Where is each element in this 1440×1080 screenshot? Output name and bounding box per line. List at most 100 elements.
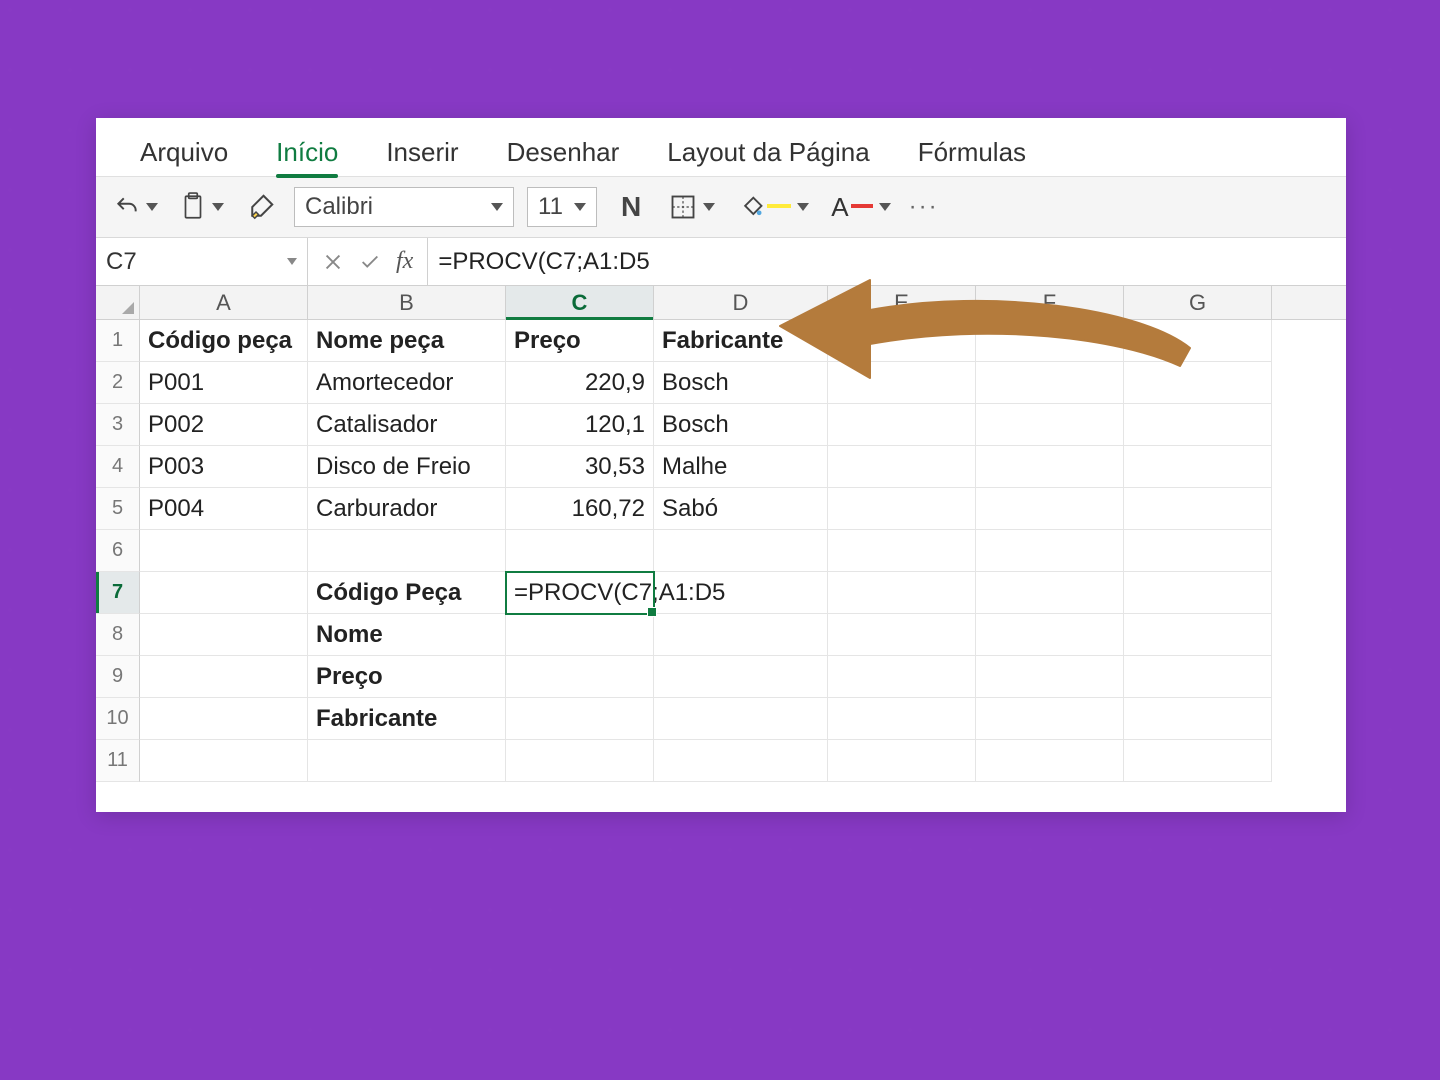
cell-F5[interactable]	[976, 488, 1124, 530]
row-header[interactable]: 8	[96, 614, 140, 656]
cell-A8[interactable]	[140, 614, 308, 656]
fx-button[interactable]: fx	[396, 248, 413, 275]
tab-arquivo[interactable]: Arquivo	[116, 127, 252, 176]
cell-C6[interactable]	[506, 530, 654, 572]
cell-D3[interactable]: Bosch	[654, 404, 828, 446]
cell-B7[interactable]: Código Peça	[308, 572, 506, 614]
cell-G7[interactable]	[1124, 572, 1272, 614]
row-header[interactable]: 11	[96, 740, 140, 782]
cell-E4[interactable]	[828, 446, 976, 488]
cell-C8[interactable]	[506, 614, 654, 656]
column-header-B[interactable]: B	[308, 286, 506, 319]
cell-G3[interactable]	[1124, 404, 1272, 446]
cell-F11[interactable]	[976, 740, 1124, 782]
paste-button[interactable]	[176, 188, 228, 226]
cell-C1[interactable]: Preço	[506, 320, 654, 362]
cell-E5[interactable]	[828, 488, 976, 530]
cell-E3[interactable]	[828, 404, 976, 446]
font-name-select[interactable]: Calibri	[294, 187, 514, 227]
cell-A3[interactable]: P002	[140, 404, 308, 446]
format-painter-button[interactable]	[242, 188, 280, 226]
cell-B4[interactable]: Disco de Freio	[308, 446, 506, 488]
cell-C10[interactable]	[506, 698, 654, 740]
cell-G2[interactable]	[1124, 362, 1272, 404]
cell-A7[interactable]	[140, 572, 308, 614]
tab-layout-pagina[interactable]: Layout da Página	[643, 127, 893, 176]
row-header[interactable]: 3	[96, 404, 140, 446]
column-header-A[interactable]: A	[140, 286, 308, 319]
borders-button[interactable]	[665, 189, 719, 225]
fill-color-button[interactable]	[733, 189, 813, 225]
cell-E2[interactable]	[828, 362, 976, 404]
row-header[interactable]: 7	[96, 572, 140, 614]
cell-B9[interactable]: Preço	[308, 656, 506, 698]
cell-E9[interactable]	[828, 656, 976, 698]
row-header[interactable]: 2	[96, 362, 140, 404]
undo-button[interactable]	[110, 190, 162, 224]
row-header[interactable]: 9	[96, 656, 140, 698]
cell-A1[interactable]: Código peça	[140, 320, 308, 362]
cell-D2[interactable]: Bosch	[654, 362, 828, 404]
formula-input[interactable]: =PROCV(C7;A1:D5	[428, 238, 1346, 285]
cell-F3[interactable]	[976, 404, 1124, 446]
cell-F4[interactable]	[976, 446, 1124, 488]
select-all-corner[interactable]	[96, 286, 140, 319]
cell-F8[interactable]	[976, 614, 1124, 656]
cell-E11[interactable]	[828, 740, 976, 782]
cell-C5[interactable]: 160,72	[506, 488, 654, 530]
row-header[interactable]: 10	[96, 698, 140, 740]
cancel-formula-button[interactable]	[322, 251, 344, 273]
cell-B10[interactable]: Fabricante	[308, 698, 506, 740]
column-header-D[interactable]: D	[654, 286, 828, 319]
cell-D10[interactable]	[654, 698, 828, 740]
cell-G9[interactable]	[1124, 656, 1272, 698]
column-header-E[interactable]: E	[828, 286, 976, 319]
font-color-button[interactable]: A	[827, 188, 894, 227]
cell-A9[interactable]	[140, 656, 308, 698]
cell-G1[interactable]	[1124, 320, 1272, 362]
column-header-F[interactable]: F	[976, 286, 1124, 319]
cell-B3[interactable]: Catalisador	[308, 404, 506, 446]
cell-C2[interactable]: 220,9	[506, 362, 654, 404]
cell-F1[interactable]	[976, 320, 1124, 362]
row-header[interactable]: 5	[96, 488, 140, 530]
tab-inicio[interactable]: Início	[252, 127, 362, 176]
row-header[interactable]: 1	[96, 320, 140, 362]
tab-desenhar[interactable]: Desenhar	[483, 127, 644, 176]
cell-B1[interactable]: Nome peça	[308, 320, 506, 362]
cell-E8[interactable]	[828, 614, 976, 656]
confirm-formula-button[interactable]	[358, 251, 382, 273]
cell-F10[interactable]	[976, 698, 1124, 740]
font-size-select[interactable]: 11	[527, 187, 597, 227]
cell-G4[interactable]	[1124, 446, 1272, 488]
cell-G6[interactable]	[1124, 530, 1272, 572]
cell-D6[interactable]	[654, 530, 828, 572]
cell-B6[interactable]	[308, 530, 506, 572]
cell-G5[interactable]	[1124, 488, 1272, 530]
cell-D9[interactable]	[654, 656, 828, 698]
cell-A2[interactable]: P001	[140, 362, 308, 404]
cell-A5[interactable]: P004	[140, 488, 308, 530]
cell-A6[interactable]	[140, 530, 308, 572]
cell-F7[interactable]	[976, 572, 1124, 614]
cell-B8[interactable]: Nome	[308, 614, 506, 656]
row-header[interactable]: 6	[96, 530, 140, 572]
cell-B11[interactable]	[308, 740, 506, 782]
cell-D1[interactable]: Fabricante	[654, 320, 828, 362]
cell-C11[interactable]	[506, 740, 654, 782]
cell-A10[interactable]	[140, 698, 308, 740]
cell-C4[interactable]: 30,53	[506, 446, 654, 488]
column-header-C[interactable]: C	[506, 286, 654, 319]
cell-C9[interactable]	[506, 656, 654, 698]
name-box[interactable]: C7	[96, 238, 308, 285]
cell-F9[interactable]	[976, 656, 1124, 698]
more-commands-button[interactable]: ···	[909, 193, 939, 221]
cell-C3[interactable]: 120,1	[506, 404, 654, 446]
cell-E6[interactable]	[828, 530, 976, 572]
cell-B5[interactable]: Carburador	[308, 488, 506, 530]
cell-E1[interactable]	[828, 320, 976, 362]
cell-F6[interactable]	[976, 530, 1124, 572]
cell-D11[interactable]	[654, 740, 828, 782]
cell-D5[interactable]: Sabó	[654, 488, 828, 530]
cell-G10[interactable]	[1124, 698, 1272, 740]
